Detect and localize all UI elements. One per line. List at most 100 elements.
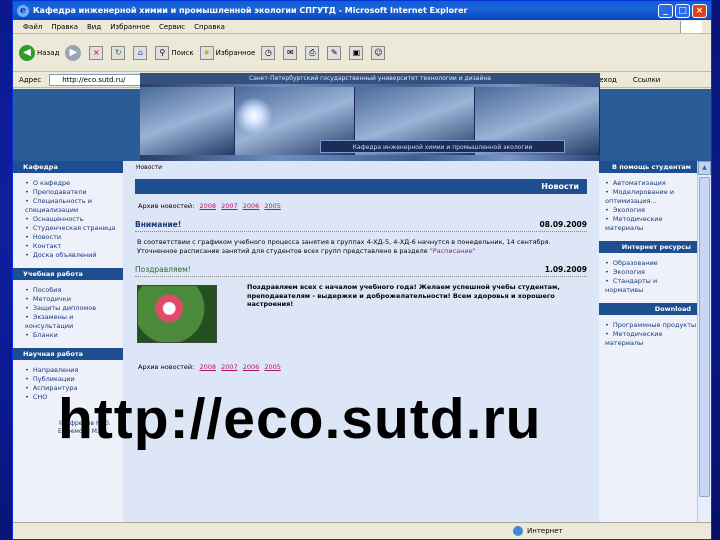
news-archive: Архив новостей: 2008 2007 2006 2005: [138, 202, 599, 210]
sidebar-item[interactable]: Новости: [25, 233, 123, 242]
sidebar-heading-internet: Интернет ресурсы: [599, 241, 697, 253]
search-icon: ⚲: [155, 45, 170, 60]
news-archive-bottom: Архив новостей: 2008 2007 2006 2005: [138, 363, 599, 371]
archive-year-link[interactable]: 2005: [264, 363, 281, 371]
home-icon: ⌂: [133, 45, 148, 60]
sidebar-item[interactable]: Публикации: [25, 375, 123, 384]
left-sidebar: Кафедра О кафедре Преподаватели Специаль…: [13, 161, 123, 522]
history-icon: ◷: [261, 45, 276, 60]
history-button[interactable]: ◷: [261, 45, 277, 60]
archive-year-link[interactable]: 2007: [221, 363, 238, 371]
news-date: 1.09.2009: [544, 265, 587, 274]
menu-bar: Файл Правка Вид Избранное Сервис Справка: [13, 20, 711, 34]
menu-help[interactable]: Справка: [194, 23, 225, 31]
menu-view[interactable]: Вид: [87, 23, 101, 31]
archive-label: Архив новостей:: [138, 202, 195, 210]
links-button[interactable]: Ссылки: [633, 76, 661, 84]
back-button[interactable]: ◀ Назад: [19, 44, 59, 61]
favorites-button[interactable]: ★ Избранное: [199, 45, 255, 60]
archive-year-link[interactable]: 2005: [264, 202, 281, 210]
sidebar-item[interactable]: Доска объявлений: [25, 251, 123, 260]
sidebar-item[interactable]: Методические материалы: [605, 330, 697, 348]
sidebar-heading-research: Научная работа: [13, 348, 123, 360]
sidebar-item[interactable]: Образование: [605, 259, 697, 268]
department-menu: О кафедре Преподаватели Специальность и …: [13, 173, 123, 268]
sidebar-item[interactable]: Контакт: [25, 242, 123, 251]
sidebar-item[interactable]: Преподаватели: [25, 188, 123, 197]
archive-label: Архив новостей:: [138, 363, 195, 371]
sidebar-item[interactable]: Защиты дипломов: [25, 304, 123, 313]
star-icon: ★: [199, 45, 214, 60]
menu-tools[interactable]: Сервис: [159, 23, 185, 31]
archive-year-link[interactable]: 2008: [199, 363, 216, 371]
url-overlay-text: http://eco.sutd.ru: [58, 387, 542, 451]
refresh-button[interactable]: ↻: [111, 45, 127, 60]
menu-favorites[interactable]: Избранное: [110, 23, 150, 31]
sidebar-item[interactable]: Экология: [605, 206, 697, 215]
sidebar-item[interactable]: Оснащенность: [25, 215, 123, 224]
sidebar-item[interactable]: Бланки: [25, 331, 123, 340]
print-icon: ⎙: [305, 45, 320, 60]
discuss-button[interactable]: ▣: [349, 45, 365, 60]
archive-year-link[interactable]: 2006: [243, 363, 260, 371]
sidebar-item[interactable]: Моделирование и оптимизация...: [605, 188, 697, 206]
globe-icon: [513, 526, 523, 536]
messenger-button[interactable]: ☺: [371, 45, 387, 60]
address-label: Адрес: [19, 75, 42, 84]
scroll-thumb[interactable]: [699, 177, 710, 497]
menu-file[interactable]: Файл: [23, 23, 42, 31]
sidebar-item[interactable]: Специальность и специализации: [25, 197, 123, 215]
edit-icon: ✎: [327, 45, 342, 60]
right-sidebar: В помощь студентам Автоматизация Моделир…: [599, 161, 697, 522]
menu-edit[interactable]: Правка: [51, 23, 78, 31]
sidebar-item[interactable]: Автоматизация: [605, 179, 697, 188]
sidebar-item[interactable]: Направления: [25, 366, 123, 375]
sidebar-item[interactable]: Методические материалы: [605, 215, 697, 233]
news-item-title: Поздравляем! 1.09.2009: [135, 265, 587, 277]
greeting-text: Поздравляем всех с началом учебного года…: [247, 283, 560, 308]
archive-year-link[interactable]: 2008: [199, 202, 216, 210]
internet-menu: Образование Экология Стандарты и нормати…: [599, 253, 697, 303]
sidebar-item[interactable]: О кафедре: [25, 179, 123, 188]
sidebar-item[interactable]: Экология: [605, 268, 697, 277]
breadcrumb: Новости: [136, 164, 163, 171]
site-banner: Санкт-Петербургский государственный унив…: [140, 73, 600, 163]
status-bar: Интернет: [13, 522, 711, 539]
print-button[interactable]: ⎙: [305, 45, 321, 60]
edit-button[interactable]: ✎: [327, 45, 343, 60]
schedule-link[interactable]: "Расписание": [430, 247, 476, 255]
refresh-icon: ↻: [111, 45, 126, 60]
maximize-button[interactable]: □: [675, 3, 690, 18]
forward-button[interactable]: ▶: [65, 44, 83, 61]
sidebar-item[interactable]: Программные продукты: [605, 321, 697, 330]
sidebar-item[interactable]: Студенческая страница: [25, 224, 123, 233]
title-bar: e Кафедра инженерной химии и промышленно…: [13, 1, 711, 20]
news-item-body: В соответствии с графиком учебного проце…: [137, 238, 551, 255]
search-button[interactable]: ⚲ Поиск: [155, 45, 194, 60]
sidebar-heading-teaching: Учебная работа: [13, 268, 123, 280]
sidebar-heading-students: В помощь студентам: [599, 161, 697, 173]
archive-year-link[interactable]: 2006: [243, 202, 260, 210]
windows-logo-icon: [680, 20, 702, 33]
sidebar-item[interactable]: Стандарты и нормативы: [605, 277, 697, 295]
sidebar-item[interactable]: Пособия: [25, 286, 123, 295]
search-label: Поиск: [171, 48, 194, 57]
mail-button[interactable]: ✉: [283, 45, 299, 60]
flowers-image: [137, 285, 217, 343]
greeting-block: Поздравляем всех с началом учебного года…: [137, 283, 585, 343]
download-menu: Программные продукты Методические матери…: [599, 315, 697, 356]
sidebar-item[interactable]: Экзамены и консультации: [25, 313, 123, 331]
vertical-scrollbar[interactable]: ▲: [697, 161, 711, 522]
sidebar-item[interactable]: Методички: [25, 295, 123, 304]
news-item-title: Внимание! 08.09.2009: [135, 220, 587, 232]
stop-button[interactable]: ×: [89, 45, 105, 60]
minimize-button[interactable]: _: [658, 3, 673, 18]
scroll-up-icon[interactable]: ▲: [698, 161, 711, 175]
home-button[interactable]: ⌂: [133, 45, 149, 60]
archive-year-link[interactable]: 2007: [221, 202, 238, 210]
window-title: Кафедра инженерной химии и промышленной …: [33, 6, 468, 15]
sidebar-heading-department: Кафедра: [13, 161, 123, 173]
banner-photo: [140, 87, 235, 155]
main-content: Новости Новости Архив новостей: 2008 200…: [123, 161, 599, 522]
close-button[interactable]: ×: [692, 3, 707, 18]
